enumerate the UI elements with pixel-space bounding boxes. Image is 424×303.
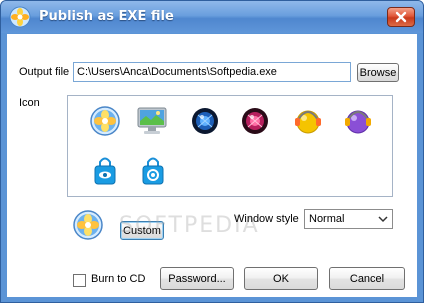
publish-dialog: Publish as EXE file Output file Browse I…: [0, 0, 424, 303]
browse-button[interactable]: Browse: [357, 63, 399, 82]
app-flower-icon: [9, 6, 31, 28]
ok-button[interactable]: OK: [244, 267, 318, 290]
output-file-label: Output file: [19, 66, 70, 78]
window-style-label: Window style: [234, 213, 299, 225]
pink-globe-icon[interactable]: [240, 106, 270, 136]
cancel-button[interactable]: Cancel: [329, 267, 405, 290]
title-bar[interactable]: Publish as EXE file: [1, 1, 423, 33]
selected-icon-preview: [73, 210, 103, 240]
password-button[interactable]: Password...: [160, 267, 234, 290]
flower-icon[interactable]: [90, 106, 120, 136]
close-button[interactable]: [387, 7, 415, 27]
chevron-down-icon: [378, 216, 388, 223]
blue-globe-icon[interactable]: [190, 106, 220, 136]
window-style-select[interactable]: Normal: [304, 209, 393, 229]
burn-to-cd-checkbox[interactable]: [73, 274, 86, 287]
gear-lock-icon[interactable]: [140, 154, 166, 186]
icon-label: Icon: [19, 97, 40, 109]
window-style-value: Normal: [309, 213, 345, 225]
yellow-headset-icon[interactable]: [292, 104, 324, 136]
monitor-icon[interactable]: [136, 104, 168, 136]
icon-picker: [67, 95, 393, 197]
burn-to-cd-label: Burn to CD: [91, 273, 146, 285]
eye-lock-icon[interactable]: [92, 154, 118, 186]
window-title: Publish as EXE file: [39, 9, 174, 24]
dialog-body: Output file Browse Icon: [7, 34, 417, 297]
purple-headset-icon[interactable]: [342, 104, 374, 136]
close-icon: [395, 11, 407, 23]
output-file-input[interactable]: [73, 62, 351, 82]
